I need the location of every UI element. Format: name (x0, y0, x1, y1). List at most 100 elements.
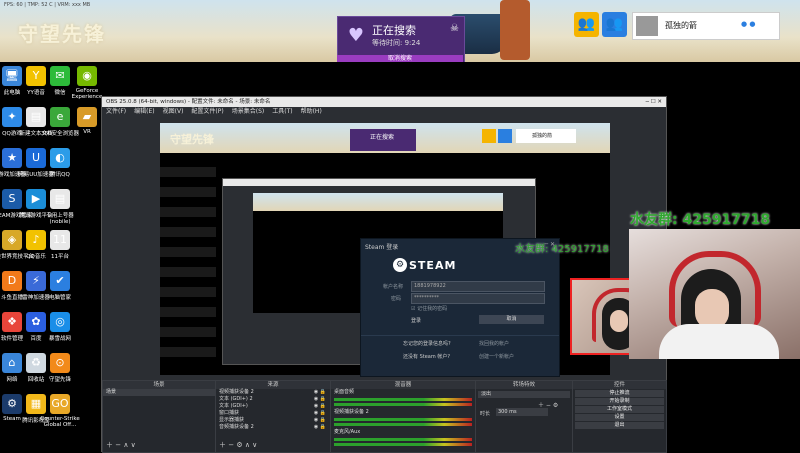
desktop-shortcut-label: 电脑管家 (48, 295, 71, 301)
obs-window[interactable]: OBS 25.0.8 (64-bit, windows) - 配置文件: 未命名… (101, 96, 670, 453)
desktop-shortcut-label: 专用上号器(nobile) (46, 213, 74, 225)
dialog-title: Steam 登录 (365, 244, 399, 251)
desktop-shortcut[interactable]: ⊙ 守望先锋 (38, 353, 82, 383)
visibility-lock-icons[interactable]: ◉ 🔒 (314, 424, 326, 431)
sources-list: 视频捕获设备 2 ◉ 🔒 文本 (GDI+) 2 ◉ 🔒 文本 (GDI+) ◉ 🔒 窗口捕… (216, 389, 330, 431)
preview-search-status: 正在搜索 (370, 134, 395, 141)
checkbox-icon: ☑ (411, 306, 416, 312)
visibility-lock-icons[interactable]: ◉ 🔒 (314, 410, 326, 417)
ship-decoration (500, 0, 530, 60)
menu-item[interactable]: 文件(F) (106, 108, 126, 115)
perf-overlay: FPS: 60 | TMP: 52 C | VRM: xxx MB (4, 2, 91, 8)
desktop-shortcut-label: 11平台 (51, 254, 69, 260)
visibility-lock-icons[interactable]: ◉ 🔒 (314, 417, 326, 424)
source-label: 视频捕获设备 2 (219, 389, 254, 395)
heart-icon: ♥ (347, 25, 365, 46)
11-platform-icon: 11 (50, 230, 70, 250)
volume-meter (334, 398, 472, 401)
preview-logo: 守望先锋 (170, 133, 214, 146)
volume-slider[interactable] (334, 403, 472, 406)
shirt-shape (659, 324, 779, 359)
volume-slider[interactable] (334, 423, 472, 426)
overwatch-icon: ⊙ (50, 353, 70, 373)
create-account-link[interactable]: 创建一个新帐户 (479, 353, 514, 360)
control-button[interactable]: 工作室模式 (575, 406, 664, 413)
player-name: 孤独的箭 (665, 21, 697, 30)
source-item[interactable]: 文本 (GDI+) 2 ◉ 🔒 (216, 396, 330, 403)
csgo-icon: GO (50, 394, 70, 414)
source-label: 文本 (GDI+) (219, 403, 248, 409)
password-field[interactable]: ********** (411, 293, 545, 304)
visibility-lock-icons[interactable]: ◉ 🔒 (314, 403, 326, 410)
desktop-shortcut[interactable]: GO Counter-Strike Global Off... (38, 394, 82, 428)
friends-icon[interactable]: 👥 (602, 12, 627, 37)
skull-icon: ☠ (450, 23, 459, 34)
face-shape (610, 310, 628, 332)
mixer-channel: 视频捕获设备 2 (331, 409, 475, 426)
visibility-lock-icons[interactable]: ◉ 🔒 (314, 389, 326, 396)
steam-login-dialog[interactable]: Steam 登录 ─ ✕ ⚙ STEAM 帐户名称 1881978922 密码 … (360, 238, 560, 377)
volume-meter (334, 438, 472, 441)
game-banner: FPS: 60 | TMP: 52 C | VRM: xxx MB 守望先锋 ♥… (0, 0, 800, 62)
dock-header: 混音器 (331, 381, 475, 389)
desktop-shortcut[interactable]: ◎ 暴雪战网 (38, 312, 82, 342)
source-item[interactable]: 视频捕获设备 2 ◉ 🔒 (216, 389, 330, 396)
group-icon[interactable]: 👥 (574, 12, 599, 37)
recover-account-link[interactable]: 找回我的帐户 (479, 340, 509, 347)
duration-field[interactable]: 300 ms (496, 408, 548, 416)
folder-icon: ▰ (77, 107, 97, 127)
preview-search-panel: 正在搜索 (350, 129, 416, 151)
window-controls[interactable]: ─ ☐ ✕ (646, 97, 662, 107)
visibility-lock-icons[interactable]: ◉ 🔒 (314, 396, 326, 403)
scene-item[interactable]: 场景 (103, 389, 215, 396)
login-button[interactable]: 登录 (411, 317, 421, 324)
control-button[interactable]: 停止推流 (575, 390, 664, 397)
controls-dock: 控件 停止推流 开始录制 工作室模式 设置 退出 (572, 380, 667, 453)
steam-logo-icon: ⚙ (393, 258, 407, 272)
cancel-button[interactable]: 取消 (479, 315, 544, 324)
menu-item[interactable]: 场景集合(S) (232, 108, 265, 115)
battlenet-icon: ◎ (50, 312, 70, 332)
desktop-shortcut-label: Counter-Strike Global Off... (40, 416, 80, 428)
remember-checkbox[interactable]: ☑ 记住我的密码 (411, 305, 447, 312)
desktop-shortcut[interactable]: 11 11平台 (38, 230, 82, 260)
preview-player-card: 孤独的箭 (516, 129, 576, 143)
desktop-shortcut[interactable]: ◐ 腾讯QQ (38, 148, 82, 178)
menu-item[interactable]: 视图(V) (163, 108, 184, 115)
source-item[interactable]: 显示器捕获 ◉ 🔒 (216, 417, 330, 424)
nvidia-icon: ◉ (77, 66, 97, 86)
source-item[interactable]: 窗口捕获 ◉ 🔒 (216, 410, 330, 417)
preview-banner: 守望先锋 正在搜索 孤独的箭 (160, 123, 610, 153)
nested-banner (253, 193, 503, 211)
source-label: 音频捕获设备 2 (219, 424, 254, 430)
steam-wordmark: STEAM (409, 259, 457, 272)
desktop-shortcut[interactable]: ◉ GeForce Experience (65, 66, 109, 100)
control-button[interactable]: 开始录制 (575, 398, 664, 405)
channel-label: 视频捕获设备 2 (334, 409, 369, 415)
player-card[interactable]: 孤独的箭 ● ● (632, 12, 780, 40)
menu-item[interactable]: 帮助(H) (301, 108, 322, 115)
cancel-search-button[interactable]: 取消搜索 (337, 55, 463, 62)
add-remove-icons[interactable]: ＋ − ∧ ∨ (106, 440, 136, 450)
account-field[interactable]: 1881978922 (411, 281, 545, 292)
friends-icon (498, 129, 512, 143)
source-item[interactable]: 文本 (GDI+) ◉ 🔒 (216, 403, 330, 410)
desktop-shortcut[interactable]: ▤ 专用上号器(nobile) (38, 189, 82, 225)
control-button[interactable]: 退出 (575, 422, 664, 429)
menu-item[interactable]: 配置文件(P) (191, 108, 223, 115)
control-button[interactable]: 设置 (575, 414, 664, 421)
menu-item[interactable]: 工具(T) (272, 108, 292, 115)
mixer-dock: 混音器 桌面音频 视频捕获设备 2 麦克风/Aux (330, 380, 476, 453)
game-logo: 守望先锋 (18, 22, 106, 46)
dock-header: 控件 (573, 381, 666, 389)
fan-group-text-preview: 水友群: 425917718 (515, 244, 609, 255)
volume-slider[interactable] (334, 443, 472, 446)
desktop-icons: 🖥此电脑✦QQ游戏★游戏加速器SSTEAM游戏管家◈完美世界竞技平台D斗鱼直播❖… (0, 64, 102, 450)
source-item[interactable]: 音频捕获设备 2 ◉ 🔒 (216, 424, 330, 431)
add-remove-icons[interactable]: ＋ − ⚙ ∧ ∨ (219, 440, 257, 450)
desktop-shortcut[interactable]: ✔ 电脑管家 (38, 271, 82, 301)
transition-select[interactable]: 淡出 (478, 391, 570, 398)
menu-item[interactable]: 编辑(E) (134, 108, 154, 115)
face-shape (695, 289, 729, 329)
password-label: 密码 (391, 296, 402, 302)
